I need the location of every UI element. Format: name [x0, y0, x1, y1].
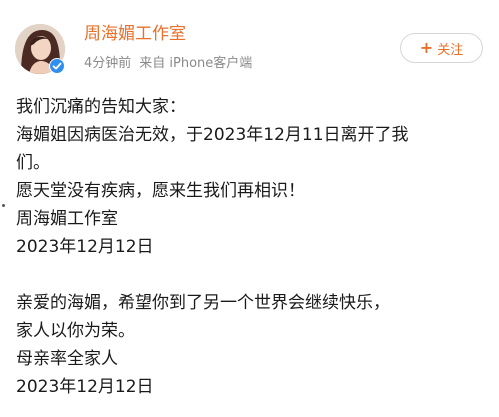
- post-time: 4分钟前: [84, 56, 132, 71]
- follow-button-label: 关注: [437, 42, 464, 58]
- post-text-line: 2023年12月12日: [16, 237, 154, 257]
- edge-dot: [2, 204, 5, 207]
- plus-icon: +: [419, 38, 434, 57]
- post-text-line: 2023年12月12日: [16, 377, 154, 397]
- author-name[interactable]: 周海媚工作室: [84, 22, 186, 46]
- post-body: 我们沉痛的告知大家： 海媚姐因病医治无效，于2023年12月11日离开了我 们。…: [16, 93, 486, 401]
- post-text-line: 家人以你为荣。: [16, 321, 135, 341]
- verified-badge-icon: [49, 58, 65, 74]
- post-text-line: 我们沉痛的告知大家：: [16, 97, 186, 117]
- post-header: 周海媚工作室 4分钟前 来自 iPhone客户端 + 关注: [0, 0, 499, 86]
- post-text-line: 亲爱的海媚，希望你到了另一个世界会继续快乐，: [16, 293, 390, 313]
- post-blank-line: [16, 261, 486, 289]
- post-text-line: 周海媚工作室: [16, 209, 118, 229]
- post-meta: 4分钟前 来自 iPhone客户端: [84, 55, 252, 73]
- post-text-line: 愿天堂没有疾病，愿来生我们再相识！: [16, 181, 305, 201]
- follow-button[interactable]: + 关注: [400, 33, 483, 63]
- post-text-line: 母亲率全家人: [16, 349, 118, 369]
- post-text-line: 海媚姐因病医治无效，于2023年12月11日离开了我: [16, 125, 409, 145]
- post-text-line: 们。: [16, 153, 50, 173]
- post-source: 来自 iPhone客户端: [139, 56, 253, 71]
